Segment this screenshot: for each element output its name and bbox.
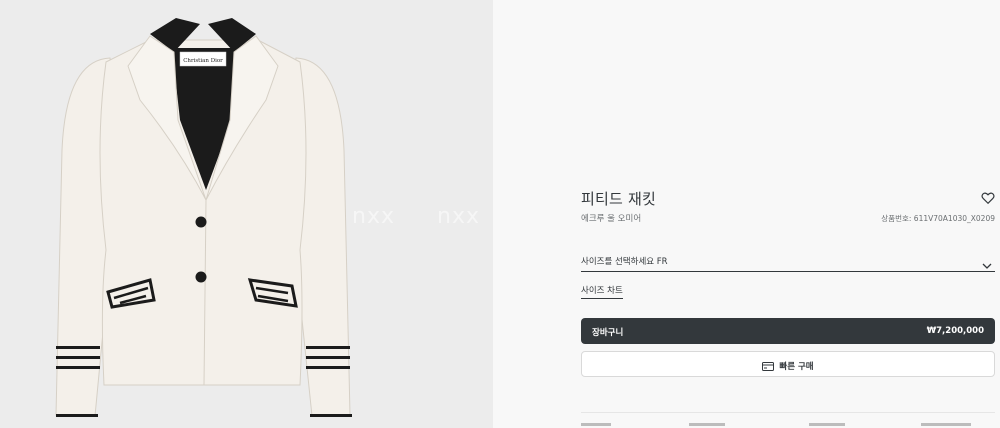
- title-row: 피티드 재킷: [581, 187, 995, 209]
- product-image: Christian Dior: [55, 18, 352, 417]
- quick-buy-label: 빠른 구매: [779, 362, 814, 372]
- product-price: ₩7,200,000: [926, 326, 984, 336]
- quick-buy-button[interactable]: 빠른 구매: [581, 351, 995, 377]
- size-select-label: 사이즈를 선택하세요 FR: [581, 257, 668, 267]
- tab-text-fragment: [921, 423, 971, 426]
- product-title: 피티드 재킷: [581, 190, 656, 208]
- size-chart-link[interactable]: 사이즈 차트: [581, 284, 623, 299]
- size-select[interactable]: 사이즈를 선택하세요 FR: [581, 250, 995, 272]
- wishlist-heart-icon[interactable]: [981, 190, 995, 205]
- add-to-cart-label: 장바구니: [592, 328, 624, 338]
- product-reference: 상품번호: 611V70A1030_X0209: [881, 214, 995, 223]
- chevron-down-icon: [982, 255, 992, 269]
- product-image-pane[interactable]: Christian Dior: [0, 0, 493, 428]
- credit-card-icon: [762, 362, 779, 372]
- add-to-cart-button[interactable]: 장바구니 ₩7,200,000: [581, 318, 995, 344]
- product-subtitle: 에크루 울 오미어: [581, 214, 642, 224]
- detail-tabs: [581, 423, 995, 428]
- quick-buy-content: 빠른 구매: [582, 360, 994, 372]
- tab-text-fragment: [581, 423, 611, 426]
- tab-text-fragment: [809, 423, 845, 426]
- tab-text-fragment: [689, 423, 725, 426]
- product-details-panel: 피티드 재킷 에크루 울 오미어 상품번호: 611V70A1030_X0209…: [493, 0, 1000, 428]
- brand-label: Christian Dior: [183, 58, 223, 64]
- section-divider: [581, 412, 995, 413]
